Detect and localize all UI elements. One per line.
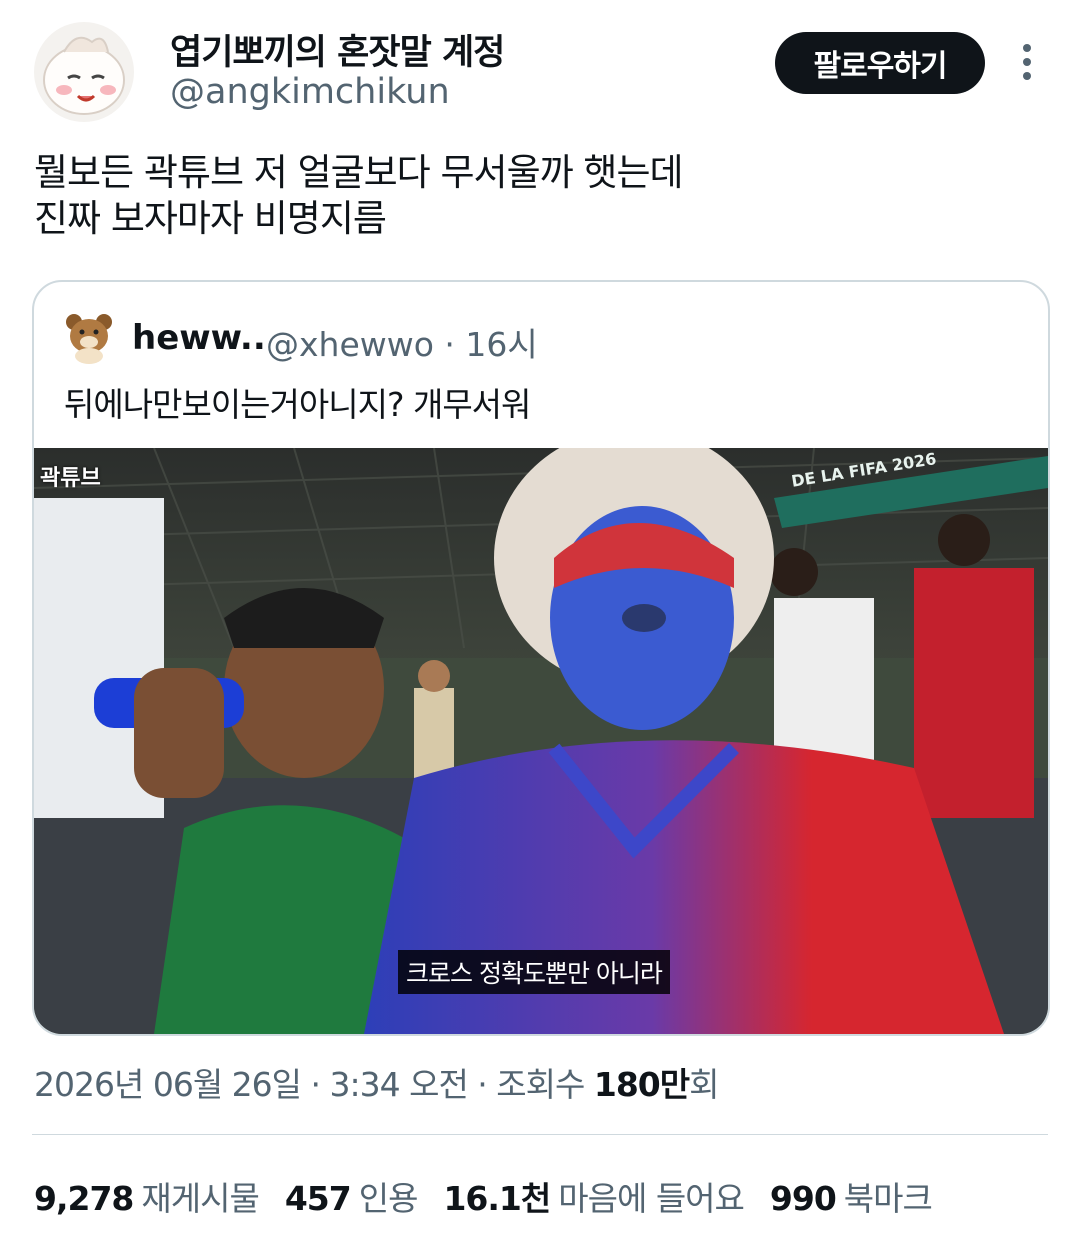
view-count: 180만 <box>593 1065 690 1104</box>
tweet-text-line: 진짜 보자마자 비명지름 <box>34 197 387 240</box>
stat-label: 재게시물 <box>141 1179 259 1218</box>
quoted-author-name[interactable]: heww.. <box>132 318 266 358</box>
stat-label: 북마크 <box>843 1179 933 1218</box>
reposts-stat[interactable]: 9,278 재게시물 <box>34 1179 260 1218</box>
bookmarks-stat[interactable]: 990 북마크 <box>769 1179 933 1218</box>
video-subtitle: 크로스 정확도뿐만 아니라 <box>398 950 670 994</box>
quotes-stat[interactable]: 457 인용 <box>284 1179 419 1218</box>
bear-avatar-icon[interactable] <box>64 310 114 364</box>
quoted-tweet-text: 뒤에나만보이는거아니지? 개무서워 <box>64 385 531 424</box>
divider <box>32 1134 1048 1135</box>
tweet-text: 뭘보든 곽튜브 저 얼굴보다 무서울까 햇는데 진짜 보자마자 비명지름 <box>34 150 1034 242</box>
stat-label: 인용 <box>358 1179 419 1218</box>
stat-value: 9,278 <box>34 1179 134 1218</box>
timestamp-text: 2026년 06월 26일 · 3:34 오전 · 조회수 <box>34 1065 594 1104</box>
quoted-tweet-card[interactable]: heww.. @xhewwo · 16시 뒤에나만보이는거아니지? 개무서워 곽… <box>32 280 1050 1036</box>
quoted-tweet-image[interactable] <box>34 428 1048 1034</box>
quoted-author-handle-time[interactable]: @xhewwo · 16시 <box>266 318 538 366</box>
view-suffix: 회 <box>689 1065 719 1104</box>
engagement-stats: 9,278 재게시물 457 인용 16.1천 마음에 들어요 990 북마크 <box>34 1172 958 1220</box>
author-handle[interactable]: @angkimchikun <box>170 72 450 112</box>
tweet-text-line: 뭘보든 곽튜브 저 얼굴보다 무서울까 햇는데 <box>34 151 684 194</box>
stat-value: 16.1천 <box>443 1179 551 1218</box>
stat-label: 마음에 들어요 <box>558 1179 745 1218</box>
author-avatar[interactable] <box>34 22 134 122</box>
stat-value: 457 <box>284 1179 352 1218</box>
more-options-icon[interactable] <box>1012 42 1042 82</box>
author-display-name[interactable]: 엽기뽀끼의 혼잣말 계정 <box>170 24 505 75</box>
tweet-timestamp: 2026년 06월 26일 · 3:34 오전 · 조회수 180만회 <box>34 1058 719 1106</box>
stat-value: 990 <box>769 1179 837 1218</box>
follow-button[interactable]: 팔로우하기 <box>775 32 985 94</box>
likes-stat[interactable]: 16.1천 마음에 들어요 <box>443 1179 745 1218</box>
video-watermark: 곽튜브 <box>40 466 101 491</box>
